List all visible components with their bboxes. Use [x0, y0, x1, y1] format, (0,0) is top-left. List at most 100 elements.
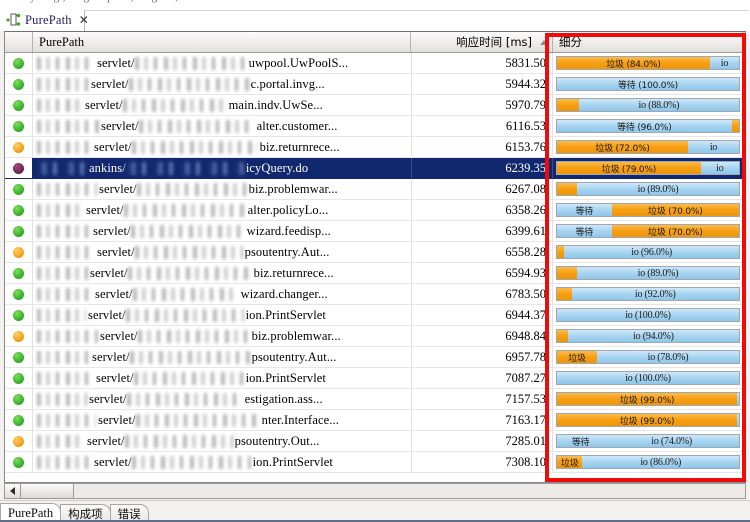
column-header-status[interactable] [5, 32, 33, 52]
row-status-cell [5, 410, 33, 430]
purepath-cell: servlet/biz.returnrece... [33, 137, 411, 157]
breakdown-bar: 等待 (96.0%) [556, 119, 740, 133]
table-row[interactable]: servlet/main.indv.UwSe... 5970.79 io (88.0… [5, 95, 745, 116]
table-row[interactable]: servlet/wizard.feedisp... 6399.61 等待 垃圾 (70… [5, 221, 745, 242]
breakdown-bar: io (89.0%) [556, 182, 740, 196]
status-green-icon [13, 456, 24, 468]
breakdown-segment-label: io [720, 57, 729, 69]
row-status-cell [5, 200, 33, 220]
redacted-path-prefix [37, 434, 85, 448]
purepath-window: y … g , … g … p … , … g … , PurePath ✕ [0, 0, 750, 522]
breakdown-segment-io: io (92.0%) [571, 288, 739, 300]
path-servlet-token: servlet/ [98, 412, 136, 427]
tab-purepath[interactable]: PurePath ✕ [2, 9, 93, 31]
breakdown-segment-label: 等待 (96.0%) [617, 122, 672, 133]
redacted-path-prefix [37, 77, 89, 91]
path-tail: main.indv.UwSe... [228, 97, 323, 112]
response-time-cell: 6358.26 [411, 200, 553, 220]
redacted-path-middle [129, 350, 250, 364]
breakdown-segment-io: io (78.0%) [597, 351, 739, 363]
path-tail: psoutentry.Out... [234, 433, 320, 448]
breakdown-segment-wait: 等待 [557, 204, 612, 216]
breakdown-bar: io (96.0%) [556, 245, 740, 259]
status-green-icon [13, 351, 24, 363]
close-icon[interactable]: ✕ [79, 14, 89, 26]
redacted-path-prefix [37, 161, 87, 175]
table-row[interactable]: servlet/ion.PrintServlet 6944.37 io (100.0… [5, 305, 745, 326]
breakdown-segment-label: 垃圾 (70.0%) [648, 206, 703, 217]
table-row[interactable]: servlet/alter.customer... 6116.53 等待 (96.0… [5, 116, 745, 137]
table-row[interactable]: servlet/c.portal.invg... 5944.32 等待 (100.0… [5, 74, 745, 95]
table-row[interactable]: servlet/biz.problemwar... 6267.08 io (89.0… [5, 179, 745, 200]
response-time-cell: 5970.79 [411, 95, 553, 115]
breakdown-segment-label: 等待 (100.0%) [617, 80, 678, 91]
table-row[interactable]: servlet/biz.returnrece... 6594.93 io (89.0… [5, 263, 745, 284]
path-servlet-token: servlet/ [91, 76, 129, 91]
table-row[interactable]: servlet/alter.policyLo... 6358.26 等待 垃圾 (70… [5, 200, 745, 221]
breakdown-bar: 垃圾 io (78.0%) [556, 350, 740, 364]
purepath-icon [6, 13, 22, 27]
table-row[interactable]: servlet/biz.returnrece... 6153.76 垃圾 (72.0… [5, 137, 745, 158]
breakdown-segment-label: io [709, 141, 718, 153]
response-time-cell: 7308.10 [411, 452, 553, 472]
table-body: servlet/uwpool.UwPoolS... 5831.50 垃圾 (84.0… [5, 53, 745, 473]
purepath-cell: servlet/biz.problemwar... [33, 326, 411, 346]
scroll-left-button[interactable] [5, 484, 21, 498]
table-row[interactable]: servlet/uwpool.UwPoolS... 5831.50 垃圾 (84.0… [5, 53, 745, 74]
row-status-cell [5, 53, 33, 73]
breakdown-segment-label: io (89.0%) [637, 267, 679, 279]
table-row[interactable]: servlet/psoutentry.Aut... 6558.28 io (96.0… [5, 242, 745, 263]
column-header-breakdown[interactable]: 细分 [553, 32, 743, 52]
redacted-path-prefix [37, 203, 84, 217]
path-tail: alter.customer... [256, 118, 338, 133]
table-header-row: PurePath 响应时间 [ms] 细分 [5, 32, 745, 53]
table-row[interactable]: servlet/ion.PrintServlet 7308.10 垃圾 io (86.… [5, 452, 745, 473]
table-row[interactable]: servlet/psoutentry.Aut... 6957.78 垃圾 io (78… [5, 347, 745, 368]
breakdown-segment-io: io (96.0%) [564, 246, 739, 258]
scrollbar-thumb[interactable] [21, 484, 74, 498]
redacted-path-middle [126, 392, 243, 406]
table-row[interactable]: servlet/estigation.ass... 7157.53 垃圾 (99.0… [5, 389, 745, 410]
tab-empty-area [84, 10, 749, 31]
response-time-cell: 7163.17 [411, 410, 553, 430]
table-row[interactable]: servlet/biz.problemwar... 6948.84 io (94.0… [5, 326, 745, 347]
table-row[interactable]: servlet/wizard.changer... 6783.50 io (92.0… [5, 284, 745, 305]
redacted-path-prefix [37, 413, 96, 427]
table-row[interactable]: ankins/icyQuery.do 6239.35 垃圾 (79.0%) io [5, 158, 745, 179]
column-header-purepath-label: PurePath [39, 34, 85, 49]
column-header-purepath[interactable]: PurePath [33, 32, 411, 52]
redacted-path-middle [136, 182, 247, 196]
path-servlet-token: servlet/ [96, 370, 134, 385]
column-header-response-time[interactable]: 响应时间 [ms] [411, 32, 553, 52]
row-status-cell [5, 74, 33, 94]
clipped-top-text: y … g , … g … p … , … g … , [30, 0, 178, 3]
response-time-cell: 6399.61 [411, 221, 553, 241]
path-tail: wizard.feedisp... [246, 223, 331, 238]
redacted-path-prefix [37, 182, 97, 196]
purepath-cell: servlet/nter.Interface... [33, 410, 411, 430]
response-time-cell: 6948.84 [411, 326, 553, 346]
breakdown-segment-label: io (92.0%) [634, 288, 676, 300]
redacted-path-prefix [37, 329, 98, 343]
table-row[interactable]: servlet/psoutentry.Out... 7285.01 等待 io (74… [5, 431, 745, 452]
breakdown-segment-io: io (88.0%) [578, 99, 739, 111]
path-servlet-token: servlet/ [92, 349, 130, 364]
breakdown-segment-label: 垃圾 (99.0%) [619, 416, 675, 427]
table-row[interactable]: servlet/nter.Interface... 7163.17 垃圾 (99.0… [5, 410, 745, 431]
breakdown-segment-label: 等待 [571, 437, 590, 448]
breakdown-cell: io (100.0%) [553, 305, 743, 325]
purepath-cell: servlet/ion.PrintServlet [33, 305, 411, 325]
row-status-cell [5, 137, 33, 157]
purepath-cell: servlet/uwpool.UwPoolS... [33, 53, 411, 73]
response-time-cell: 7087.27 [411, 368, 553, 388]
horizontal-scrollbar[interactable] [4, 483, 746, 499]
breakdown-segment-label: io (74.0%) [651, 435, 693, 447]
table-row[interactable]: servlet/ion.PrintServlet 7087.27 io (100.0… [5, 368, 745, 389]
breakdown-segment-wait: 等待 [557, 225, 612, 237]
breakdown-cell: 垃圾 io (78.0%) [553, 347, 743, 367]
purepath-cell: servlet/psoutentry.Out... [33, 431, 411, 451]
breakdown-bar: 等待 io (74.0%) [556, 434, 740, 448]
status-green-icon [13, 183, 24, 195]
path-servlet-token: ankins/ [89, 160, 126, 175]
breakdown-segment-gc: 垃圾 (79.0%) [557, 162, 701, 174]
